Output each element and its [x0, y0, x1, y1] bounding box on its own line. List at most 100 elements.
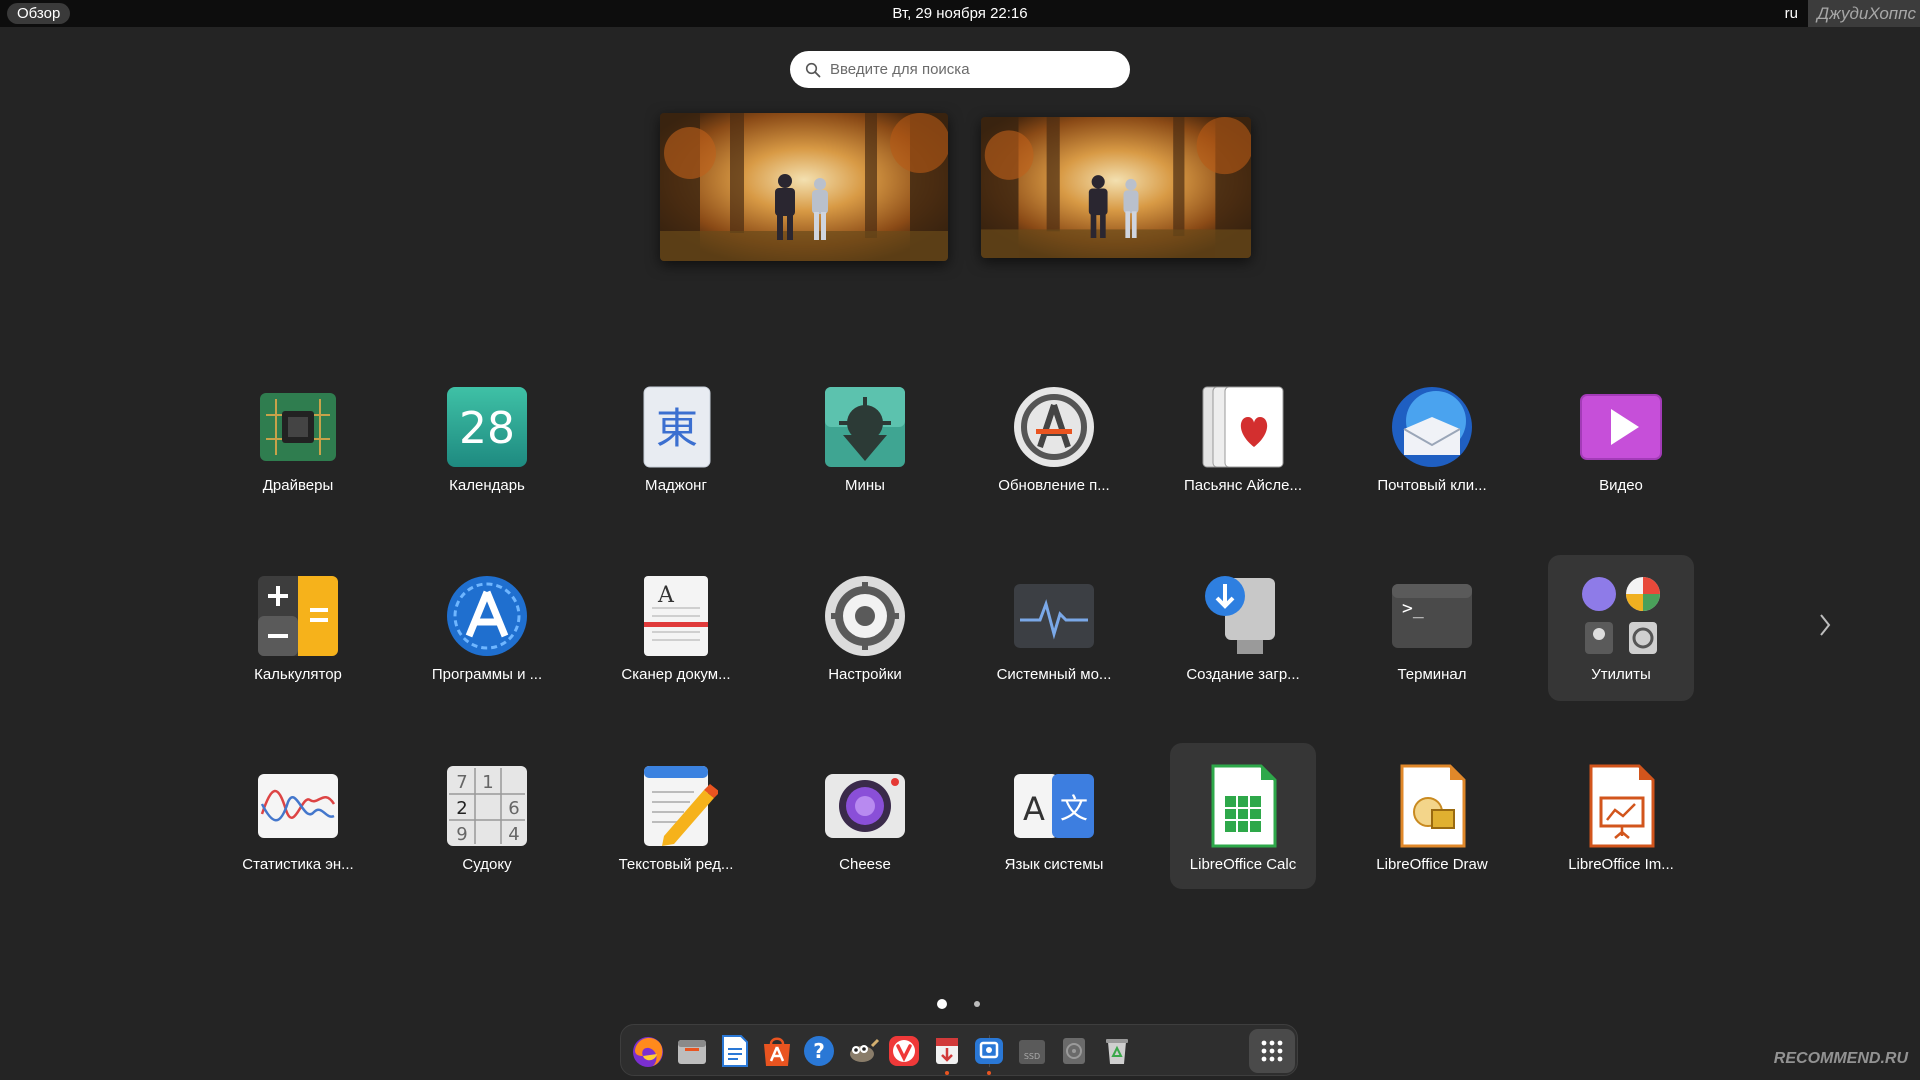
app-drivers[interactable]: Драйверы [225, 373, 371, 519]
app-aisleriot[interactable]: Пасьянс Айсле... [1170, 373, 1316, 519]
dock: ? SSD [620, 1024, 1298, 1076]
svg-text:A: A [657, 583, 675, 608]
files-icon[interactable] [673, 1032, 711, 1070]
app-mines[interactable]: Мины [792, 373, 938, 519]
calendar-icon: 28 [445, 385, 529, 469]
usb-installer-icon[interactable] [928, 1032, 966, 1070]
show-apps-button[interactable] [1249, 1029, 1295, 1073]
language-icon: A 文 [1012, 764, 1096, 848]
sudoku-digit: 9 [456, 824, 467, 845]
ssd-drive-icon[interactable]: SSD [1013, 1032, 1051, 1070]
app-power-statistics[interactable]: Статистика эн... [225, 752, 371, 898]
firefox-icon[interactable] [629, 1032, 667, 1070]
app-label: Маджонг [645, 477, 707, 494]
scanner-icon: A [634, 574, 718, 658]
cheese-camera-icon [823, 764, 907, 848]
app-language-support[interactable]: A 文 Язык системы [981, 752, 1127, 898]
page-indicator-2[interactable] [974, 1001, 980, 1007]
app-cheese[interactable]: Cheese [792, 752, 938, 898]
workspace-thumbnail-1[interactable] [660, 113, 948, 261]
app-settings[interactable]: Настройки [792, 562, 938, 708]
software-update-icon [1012, 385, 1096, 469]
app-terminal[interactable]: >_ Терминал [1359, 562, 1505, 708]
app-center-icon[interactable] [758, 1032, 796, 1070]
mahjong-glyph: 東 [656, 404, 698, 453]
app-videos[interactable]: Видео [1548, 373, 1694, 519]
app-software-updater[interactable]: Обновление п... [981, 373, 1127, 519]
libreoffice-draw-icon [1390, 764, 1474, 848]
site-watermark: RECOMMEND.RU [1773, 1050, 1908, 1067]
libreoffice-impress-icon [1579, 764, 1663, 848]
app-label: Драйверы [262, 477, 334, 494]
app-usb-creator[interactable]: Создание загр... [1170, 562, 1316, 708]
trash-icon[interactable] [1098, 1032, 1136, 1070]
app-calendar[interactable]: 28 Календарь [414, 373, 560, 519]
terminal-icon: >_ [1390, 574, 1474, 658]
search-icon [805, 62, 821, 78]
running-indicator [987, 1071, 991, 1075]
vivaldi-icon[interactable] [885, 1032, 923, 1070]
keyboard-layout-indicator[interactable]: ru [1785, 0, 1798, 27]
activities-button[interactable]: Обзор [7, 3, 71, 24]
workspace-thumbnail-2[interactable] [981, 117, 1251, 258]
app-label: Калькулятор [254, 666, 342, 683]
text-editor-icon [634, 764, 718, 848]
app-libreoffice-draw[interactable]: LibreOffice Draw [1359, 752, 1505, 898]
libreoffice-calc-icon [1201, 764, 1285, 848]
ssd-label: SSD [1024, 1052, 1040, 1061]
chevron-right-icon[interactable] [1818, 612, 1832, 638]
app-libreoffice-calc[interactable]: LibreOffice Calc [1170, 743, 1316, 889]
app-label: Настройки [828, 666, 902, 683]
clock[interactable]: Вт, 29 ноября 22:16 [892, 5, 1027, 22]
search-bar[interactable] [790, 51, 1130, 88]
clock-area: Вт, 29 ноября 22:16 [0, 0, 1920, 27]
app-label: LibreOffice Draw [1376, 856, 1488, 873]
usb-creator-icon [1201, 574, 1285, 658]
app-label: Системный мо... [996, 666, 1112, 683]
app-label: Сканер докум... [621, 666, 731, 683]
wallpaper-autumn-couple [660, 113, 948, 261]
app-calculator[interactable]: Калькулятор [225, 562, 371, 708]
show-apps-icon [1261, 1040, 1283, 1062]
app-libreoffice-impress[interactable]: LibreOffice Im... [1548, 752, 1694, 898]
app-label: Cheese [839, 856, 891, 873]
sudoku-icon: 71 2 6 9 4 [445, 764, 529, 848]
app-label: Пасьянс Айсле... [1184, 477, 1302, 494]
screenshot-viewer-icon[interactable] [970, 1032, 1008, 1070]
app-folder-utilities[interactable]: Утилиты [1548, 555, 1694, 701]
app-mahjongg[interactable]: 東 Маджонг [603, 373, 749, 519]
libreoffice-writer-icon[interactable] [715, 1032, 753, 1070]
thunderbird-icon [1390, 385, 1474, 469]
terminal-prompt: >_ [1402, 598, 1424, 619]
app-system-monitor[interactable]: Системный мо... [981, 562, 1127, 708]
app-label: Мины [845, 477, 885, 494]
app-label: Текстовый ред... [618, 856, 734, 873]
sudoku-digit: 2 [456, 798, 467, 819]
disk-icon[interactable] [1055, 1032, 1093, 1070]
app-thunderbird[interactable]: Почтовый кли... [1359, 373, 1505, 519]
calculator-icon [256, 574, 340, 658]
help-icon[interactable]: ? [800, 1032, 838, 1070]
sudoku-digit: 7 [456, 772, 467, 793]
app-software[interactable]: Программы и ... [414, 562, 560, 708]
app-label: Создание загр... [1186, 666, 1300, 683]
power-stats-icon [256, 764, 340, 848]
mines-icon [823, 385, 907, 469]
video-play-icon [1579, 385, 1663, 469]
language-glyph-b: 文 [1060, 792, 1088, 825]
top-bar: Обзор Вт, 29 ноября 22:16 ru ДжудиХоппс [0, 0, 1920, 27]
search-input[interactable] [830, 51, 1110, 88]
app-label: Календарь [449, 477, 525, 494]
gimp-icon[interactable] [842, 1032, 880, 1070]
page-indicator-1[interactable] [937, 999, 947, 1009]
wallpaper-autumn-couple [981, 117, 1251, 258]
author-watermark: ДжудиХоппс [1817, 4, 1916, 23]
app-text-editor[interactable]: Текстовый ред... [603, 752, 749, 898]
app-label: LibreOffice Im... [1568, 856, 1674, 873]
app-label: Видео [1599, 477, 1643, 494]
app-document-scanner[interactable]: A Сканер докум... [603, 562, 749, 708]
app-sudoku[interactable]: 71 2 6 9 4 Судоку [414, 752, 560, 898]
app-label: Статистика эн... [242, 856, 354, 873]
app-label: Программы и ... [431, 666, 543, 683]
app-label: Обновление п... [998, 477, 1110, 494]
